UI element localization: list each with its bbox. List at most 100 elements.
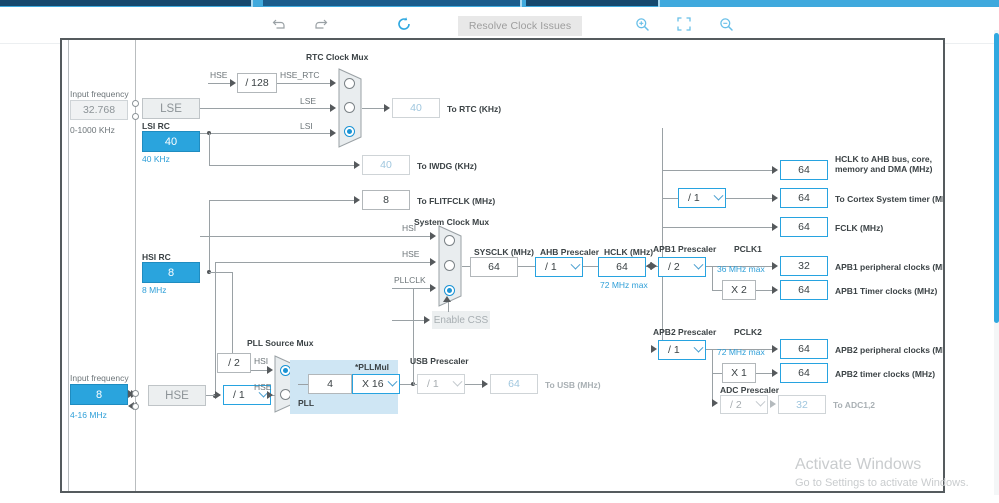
rtc-mux-option-lse[interactable] (344, 102, 355, 113)
wire-hse-to-sysmux (215, 262, 432, 263)
hse-oscillator-box[interactable]: HSE (148, 385, 206, 406)
pllmux-hsi-wire-label: HSI (254, 356, 269, 366)
sysmux-option-pllclk[interactable] (444, 285, 455, 296)
tab-strip-divider-3 (658, 0, 660, 7)
wire-hsi-to-div2-v (232, 272, 233, 362)
wire-hse-up (215, 262, 216, 396)
lse-wire-label: LSE (300, 96, 317, 106)
vertical-scrollbar-thumb[interactable] (994, 33, 999, 323)
arrow-sysmux-in-2 (430, 284, 436, 292)
sysclk-label: SYSCLK (MHz) (474, 247, 534, 257)
watermark-title: Activate Windows (795, 456, 922, 473)
to-rtc-value: 40 (392, 98, 440, 118)
hsi-rc-title: HSI RC (142, 252, 171, 262)
hse-terminal-bottom (132, 403, 139, 410)
apb1-peripheral-value[interactable]: 32 (780, 256, 828, 276)
wire-hsi-to-sysmux (200, 236, 432, 237)
apb1-timer-label: APB1 Timer clocks (MHz) (835, 286, 938, 296)
hse-input-frequency-field[interactable]: 8 (70, 384, 128, 405)
hsi-div2-box: / 2 (217, 353, 251, 373)
arrow-enable-css (424, 316, 430, 324)
enable-css-button[interactable]: Enable CSS (432, 311, 490, 329)
cortex-timer-value[interactable]: 64 (780, 188, 828, 208)
to-usb-value: 64 (490, 374, 538, 394)
arrow-sysmux-in-0 (430, 232, 436, 240)
hsi-rc-unit: 8 MHz (142, 285, 167, 295)
lse-range-label: 0-1000 KHz (70, 125, 115, 135)
apb2-timer-value[interactable]: 64 (780, 363, 828, 383)
wire-apb2-down (712, 349, 713, 373)
resolve-clock-issues-button[interactable]: Resolve Clock Issues (458, 16, 582, 36)
tab-strip-segment-3 (526, 0, 658, 6)
ahb-prescaler-select[interactable]: / 1 (535, 257, 583, 277)
wire-div128-to-mux (277, 83, 332, 84)
pclk2-label: PCLK2 (734, 327, 762, 337)
adc-prescaler-label: ADC Prescaler (720, 385, 780, 395)
usb-prescaler-select[interactable]: / 1 (417, 374, 465, 394)
pllmul-select[interactable]: X 16 (352, 374, 400, 394)
lsi-rc-title: LSI RC (142, 121, 170, 131)
pllmul-value: X 16 (362, 378, 384, 390)
pclk1-label: PCLK1 (734, 244, 762, 254)
pll-label: PLL (298, 398, 315, 408)
wire-rtcmux-out (362, 108, 386, 109)
apb1-prescaler-select[interactable]: / 2 (658, 257, 706, 277)
lsi-rc-value[interactable]: 40 (142, 131, 200, 152)
ahb-prescaler-value: / 1 (545, 261, 557, 273)
zoom-out-icon[interactable] (715, 15, 737, 33)
vertical-scrollbar[interactable] (994, 30, 999, 495)
arrow-fclk-in (772, 223, 778, 231)
arrow-apb2-timer-in (772, 369, 778, 377)
refresh-icon[interactable] (393, 15, 415, 33)
apb2-timer-label: APB2 timer clocks (MHz) (835, 369, 936, 379)
hse-rtc-divider: / 128 (237, 73, 277, 93)
lsi-rc-unit: 40 KHz (142, 154, 170, 164)
apb1-timer-value[interactable]: 64 (780, 280, 828, 300)
hclk-ahb-bus-label-line2: memory and DMA (MHz) (835, 164, 933, 174)
lse-input-frequency-field[interactable]: 32.768 (70, 100, 128, 120)
rtc-clock-mux-title: RTC Clock Mux (306, 52, 369, 62)
apb2-timer-multiplier: X 1 (722, 363, 756, 383)
hclk-max-label: 72 MHz max (600, 280, 648, 290)
sysmux-option-hse[interactable] (444, 260, 455, 271)
wire-lsi-down (209, 133, 210, 165)
wire-hsi-to-flitf (209, 200, 356, 201)
arrow-hse-pre-in (215, 391, 221, 399)
arrow-apb1-timer-in (772, 286, 778, 294)
hclk-value[interactable]: 64 (598, 257, 646, 277)
fit-to-screen-icon[interactable] (673, 15, 695, 33)
apb1-prescaler-label: APB1 Prescaler (653, 244, 717, 254)
apb2-peripheral-value[interactable]: 64 (780, 339, 828, 359)
rtc-mux-option-hse-rtc[interactable] (344, 78, 355, 89)
hse-rtc-wire-label: HSE_RTC (280, 70, 320, 80)
arrow-rtcmux-in-2 (330, 129, 336, 137)
zoom-in-icon[interactable] (631, 15, 653, 33)
hse-pll-divider-value: / 1 (233, 389, 245, 401)
to-iwdg-value: 40 (362, 155, 410, 175)
system-clock-mux[interactable] (438, 225, 462, 307)
hse-terminal-top (132, 390, 139, 397)
apb2-prescaler-value: / 1 (668, 344, 680, 356)
clock-toolbar: Resolve Clock Issues (0, 7, 999, 44)
adc-prescaler-value: / 2 (730, 398, 742, 411)
fclk-value[interactable]: 64 (780, 217, 828, 237)
undo-icon[interactable] (268, 15, 290, 33)
cortex-prescaler-select[interactable]: / 1 (678, 188, 726, 208)
hsi-rc-value[interactable]: 8 (142, 262, 200, 283)
lse-terminal-bottom (132, 113, 139, 120)
chevron-down-icon (711, 189, 725, 207)
cortex-prescaler-value: / 1 (688, 192, 700, 204)
lse-oscillator-box[interactable]: LSE (142, 98, 200, 119)
apb2-prescaler-select[interactable]: / 1 (658, 340, 706, 360)
sysmux-option-hsi[interactable] (444, 235, 455, 246)
arrow-apb1-periph-in (772, 262, 778, 270)
hclk-ahb-bus-value[interactable]: 64 (780, 160, 828, 180)
rtc-mux-option-lsi[interactable] (344, 126, 355, 137)
adc-prescaler-select[interactable]: / 2 (720, 395, 768, 414)
to-iwdg-label: To IWDG (KHz) (417, 161, 477, 171)
rtc-clock-mux[interactable] (338, 68, 362, 148)
redo-icon[interactable] (310, 15, 332, 33)
canvas-rail-left (68, 40, 69, 491)
wire-lse-to-mux (200, 108, 332, 109)
usb-prescaler-label: USB Prescaler (410, 356, 469, 366)
